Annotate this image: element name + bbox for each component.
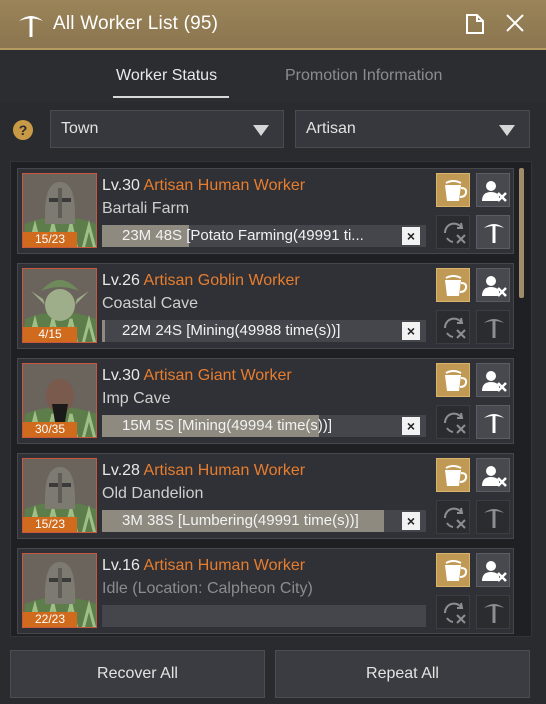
worker-location: Imp Cave: [102, 390, 171, 407]
cancel-task-button[interactable]: ×: [402, 227, 420, 245]
stop-repeat-button[interactable]: [436, 405, 470, 439]
worker-type-dropdown[interactable]: Artisan: [295, 110, 530, 148]
worker-portrait: 30/35: [22, 363, 97, 438]
task-progress-bar: 15M 5S [Mining(49994 time(s))] ×: [102, 415, 426, 437]
worker-list-window: All Worker List (95) Worker Status Promo…: [0, 0, 546, 704]
promote-worker-button[interactable]: [476, 310, 510, 344]
worker-location: Idle (Location: Calpheon City): [102, 580, 313, 597]
worker-portrait: 4/15: [22, 268, 97, 343]
cancel-task-button[interactable]: ×: [402, 512, 420, 530]
stop-repeat-button[interactable]: [436, 500, 470, 534]
worker-level: Lv.30: [102, 367, 140, 384]
worker-stamina: 15/23: [23, 517, 77, 532]
worker-card[interactable]: 22/23 Lv.16 Artisan Human Worker Idle (Loc…: [17, 548, 514, 634]
active-tab-indicator: [113, 96, 229, 98]
worker-list: 22/23 Lv.16 Artisan Human Worker Idle (Loc…: [10, 161, 532, 637]
task-progress-bar: [102, 605, 426, 627]
worker-stamina: 30/35: [23, 422, 77, 437]
worker-portrait: 22/23: [22, 553, 97, 628]
fire-worker-button[interactable]: [476, 173, 510, 207]
promote-worker-button[interactable]: [476, 405, 510, 439]
question-icon[interactable]: ?: [12, 119, 34, 141]
worker-level: Lv.28: [102, 462, 140, 479]
cancel-task-button[interactable]: ×: [402, 417, 420, 435]
promote-worker-button[interactable]: [476, 500, 510, 534]
worker-stamina: 15/23: [23, 232, 77, 247]
stop-repeat-button[interactable]: [436, 215, 470, 249]
feed-worker-button[interactable]: [436, 553, 470, 587]
worker-location: Coastal Cave: [102, 295, 199, 312]
worker-stamina: 4/15: [23, 327, 77, 342]
task-progress-bar: 23M 48S [Potato Farming(49991 ti... ×: [102, 225, 426, 247]
recover-all-button[interactable]: Recover All: [10, 650, 265, 698]
worker-location: Bartali Farm: [102, 200, 190, 217]
chevron-down-icon: [253, 125, 269, 136]
title-bar[interactable]: All Worker List (95): [0, 0, 546, 48]
chevron-down-icon: [499, 125, 515, 136]
task-text: 15M 5S [Mining(49994 time(s))]: [122, 417, 333, 434]
worker-name: Artisan Giant Worker: [143, 367, 292, 384]
worker-name: Artisan Human Worker: [143, 177, 306, 194]
town-dropdown[interactable]: Town: [50, 110, 284, 148]
fire-worker-button[interactable]: [476, 363, 510, 397]
worker-title: Lv.16 Artisan Human Worker: [102, 557, 305, 575]
worker-level: Lv.26: [102, 272, 140, 289]
feed-worker-button[interactable]: [436, 268, 470, 302]
tab-worker-status[interactable]: Worker Status: [116, 67, 217, 85]
worker-name: Artisan Human Worker: [143, 462, 306, 479]
tab-bar: [0, 50, 546, 102]
fire-worker-button[interactable]: [476, 553, 510, 587]
worker-card[interactable]: 4/15 Lv.26 Artisan Goblin Worker Coastal C…: [17, 263, 514, 349]
memo-icon[interactable]: [464, 13, 486, 35]
task-text: 22M 24S [Mining(49988 time(s))]: [122, 322, 341, 339]
cancel-task-button[interactable]: ×: [402, 322, 420, 340]
worker-stamina: 22/23: [23, 612, 77, 627]
worker-type-dropdown-value: Artisan: [306, 120, 356, 137]
worker-title: Lv.30 Artisan Human Worker: [102, 177, 305, 195]
town-dropdown-value: Town: [61, 120, 99, 137]
task-progress-bar: 3M 38S [Lumbering(49991 time(s))] ×: [102, 510, 426, 532]
svg-text:?: ?: [19, 122, 28, 138]
worker-location: Old Dandelion: [102, 485, 204, 502]
fire-worker-button[interactable]: [476, 458, 510, 492]
worker-portrait: 15/23: [22, 458, 97, 533]
window-title: All Worker List (95): [53, 13, 219, 34]
scrollbar[interactable]: [519, 168, 524, 298]
task-text: 3M 38S [Lumbering(49991 time(s))]: [122, 512, 359, 529]
worker-card[interactable]: 30/35 Lv.30 Artisan Giant Worker Imp Cave 1…: [17, 358, 514, 444]
worker-title: Lv.28 Artisan Human Worker: [102, 462, 305, 480]
tab-promotion-information[interactable]: Promotion Information: [285, 67, 442, 85]
task-text: 23M 48S [Potato Farming(49991 ti...: [122, 227, 364, 244]
task-progress-fill: [102, 320, 105, 342]
task-progress-bar: 22M 24S [Mining(49988 time(s))] ×: [102, 320, 426, 342]
pickaxe-icon: [19, 16, 43, 37]
worker-title: Lv.30 Artisan Giant Worker: [102, 367, 292, 385]
feed-worker-button[interactable]: [436, 173, 470, 207]
promote-worker-button[interactable]: [476, 595, 510, 629]
stop-repeat-button[interactable]: [436, 595, 470, 629]
stop-repeat-button[interactable]: [436, 310, 470, 344]
worker-card[interactable]: 15/23 Lv.30 Artisan Human Worker Bartali F…: [17, 168, 514, 254]
worker-card[interactable]: 15/23 Lv.28 Artisan Human Worker Old Dande…: [17, 453, 514, 539]
feed-worker-button[interactable]: [436, 458, 470, 492]
close-icon[interactable]: [504, 12, 526, 34]
worker-title: Lv.26 Artisan Goblin Worker: [102, 272, 300, 290]
repeat-all-button[interactable]: Repeat All: [275, 650, 530, 698]
worker-level: Lv.16: [102, 557, 140, 574]
feed-worker-button[interactable]: [436, 363, 470, 397]
promote-worker-button[interactable]: [476, 215, 510, 249]
worker-name: Artisan Human Worker: [143, 557, 306, 574]
fire-worker-button[interactable]: [476, 268, 510, 302]
worker-name: Artisan Goblin Worker: [143, 272, 300, 289]
worker-portrait: 15/23: [22, 173, 97, 248]
worker-level: Lv.30: [102, 177, 140, 194]
